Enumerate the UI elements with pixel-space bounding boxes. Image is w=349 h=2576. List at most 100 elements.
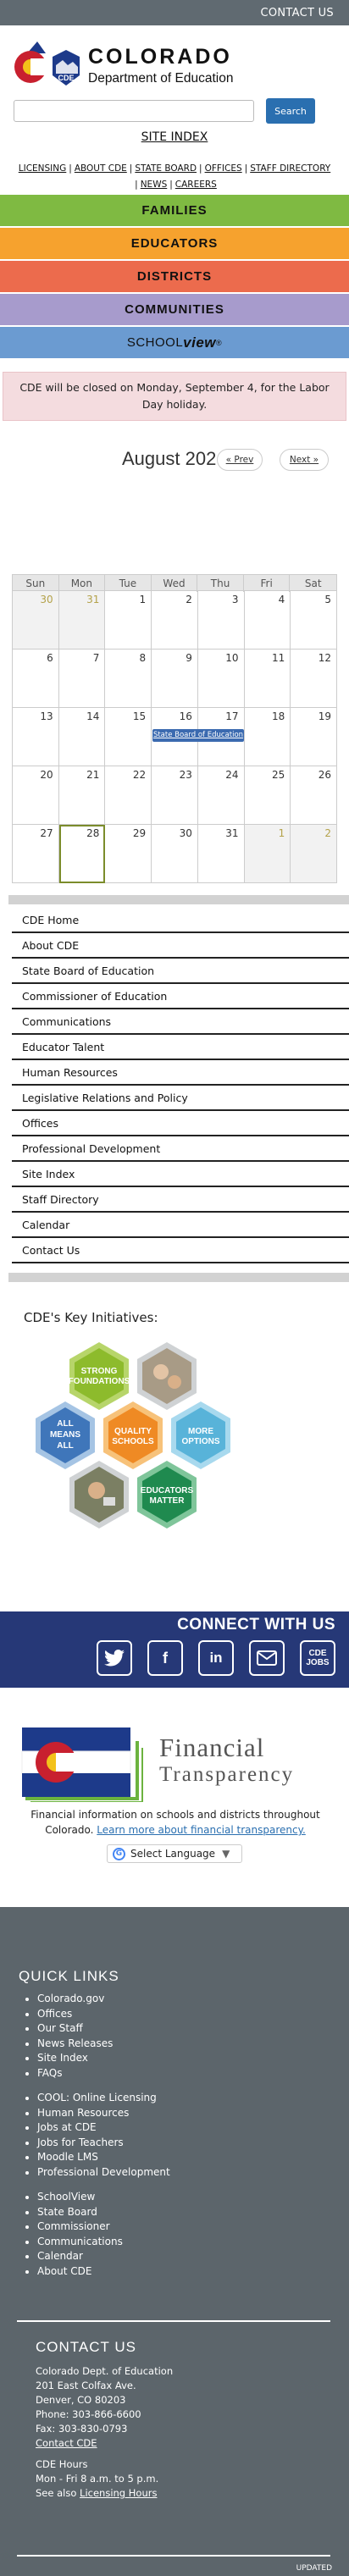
hex-more-options[interactable]: MORE OPTIONS xyxy=(171,1401,230,1469)
calendar-day[interactable]: 25 xyxy=(244,766,291,825)
site-nav-item[interactable]: Communications xyxy=(12,1009,349,1035)
footer-link[interactable]: Jobs for Teachers xyxy=(37,2136,170,2151)
licensing-hours-link[interactable]: Licensing Hours xyxy=(80,2487,157,2499)
site-logo[interactable]: CDE COLORADO Department of Education xyxy=(0,25,349,107)
email-icon[interactable] xyxy=(249,1640,285,1676)
calendar-day[interactable]: 30 xyxy=(152,825,198,883)
contact-us-link[interactable]: CONTACT US xyxy=(260,7,334,19)
financial-learn-more-link[interactable]: Learn more about financial transparency. xyxy=(97,1824,306,1836)
footer-link[interactable]: Our Staff xyxy=(37,2021,113,2037)
linkedin-icon[interactable]: in xyxy=(198,1640,234,1676)
site-nav-item[interactable]: Offices xyxy=(12,1111,349,1136)
calendar-day[interactable]: 5 xyxy=(291,591,337,650)
util-link-licensing[interactable]: LICENSING xyxy=(19,163,67,174)
contact-cde-link[interactable]: Contact CDE xyxy=(36,2436,173,2451)
footer-link[interactable]: Human Resources xyxy=(37,2106,170,2121)
calendar-day[interactable]: 18 xyxy=(244,708,291,766)
calendar-day[interactable]: 14 xyxy=(58,708,106,766)
util-link-about[interactable]: ABOUT CDE xyxy=(75,163,127,174)
twitter-icon[interactable] xyxy=(97,1640,132,1676)
site-nav-item[interactable]: Staff Directory xyxy=(12,1187,349,1213)
calendar-day[interactable]: 19 xyxy=(291,708,337,766)
site-nav-item[interactable]: Contact Us xyxy=(12,1238,349,1263)
language-select[interactable]: G Select Language ▼ xyxy=(107,1844,242,1863)
calendar-day[interactable]: 26 xyxy=(291,766,337,825)
calendar-day[interactable]: 1 xyxy=(244,825,291,883)
footer-link[interactable]: Communications xyxy=(37,2235,123,2250)
calendar-day[interactable]: 8 xyxy=(105,650,152,708)
util-link-offices[interactable]: OFFICES xyxy=(205,163,242,174)
footer-link[interactable]: Site Index xyxy=(37,2051,113,2066)
calendar-day[interactable]: 31 xyxy=(58,591,106,650)
nav-families[interactable]: FAMILIES xyxy=(0,195,349,226)
footer-link[interactable]: Colorado.gov xyxy=(37,1992,113,2007)
calendar-day[interactable]: 10 xyxy=(197,650,245,708)
footer-link[interactable]: COOL: Online Licensing xyxy=(37,2091,170,2106)
footer-link[interactable]: News Releases xyxy=(37,2037,113,2052)
site-nav-item[interactable]: Commissioner of Education xyxy=(12,984,349,1009)
site-index-link[interactable]: SITE INDEX xyxy=(0,130,349,144)
nav-districts[interactable]: DISTRICTS xyxy=(0,261,349,292)
cde-jobs-icon[interactable]: CDE JOBS xyxy=(300,1640,335,1676)
calendar-day[interactable]: 23 xyxy=(152,766,198,825)
site-nav-item[interactable]: Educator Talent xyxy=(12,1035,349,1060)
site-nav-item[interactable]: Professional Development xyxy=(12,1136,349,1162)
calendar-day[interactable]: 15 xyxy=(105,708,152,766)
nav-educators[interactable]: EDUCATORS xyxy=(0,228,349,259)
calendar-next-button[interactable]: Next » xyxy=(280,449,329,471)
calendar-day[interactable]: 3 xyxy=(197,591,245,650)
util-link-careers[interactable]: CAREERS xyxy=(175,180,217,190)
footer-link[interactable]: Moodle LMS xyxy=(37,2150,170,2165)
initiatives-hex-graphic[interactable]: STRONG FOUNDATIONS ALL MEANS ALL QUALITY… xyxy=(19,1338,264,1575)
util-link-staff-directory[interactable]: STAFF DIRECTORY xyxy=(250,163,330,174)
footer-link[interactable]: FAQs xyxy=(37,2066,113,2081)
calendar-day[interactable]: 12 xyxy=(291,650,337,708)
calendar-day[interactable]: 2 xyxy=(152,591,198,650)
footer-link[interactable]: SchoolView xyxy=(37,2190,123,2205)
nav-schoolview[interactable]: SCHOOL view ® xyxy=(0,327,349,358)
calendar-day[interactable]: 31 xyxy=(197,825,245,883)
site-nav-item[interactable]: CDE Home xyxy=(12,908,349,933)
calendar-day[interactable]: 29 xyxy=(105,825,152,883)
calendar-day[interactable]: 27 xyxy=(13,825,59,883)
site-nav-item[interactable]: Site Index xyxy=(12,1162,349,1187)
calendar-day[interactable]: 20 xyxy=(13,766,59,825)
hex-quality-schools[interactable]: QUALITY SCHOOLS xyxy=(103,1401,163,1469)
footer-link[interactable]: Offices xyxy=(37,2007,113,2022)
calendar-event-state-board[interactable]: State Board of Education xyxy=(152,729,244,742)
site-nav-item[interactable]: About CDE xyxy=(12,933,349,959)
calendar-day[interactable]: 13 xyxy=(13,708,59,766)
footer-link[interactable]: Commissioner xyxy=(37,2219,123,2235)
site-nav-item[interactable]: State Board of Education xyxy=(12,959,349,984)
footer-link[interactable]: State Board xyxy=(37,2205,123,2220)
search-button[interactable]: Search xyxy=(266,98,315,124)
calendar-day[interactable]: 21 xyxy=(58,766,106,825)
calendar-day-today[interactable]: 28 xyxy=(58,825,106,883)
calendar-day[interactable]: 30 xyxy=(13,591,59,650)
util-link-news[interactable]: NEWS xyxy=(141,180,168,190)
site-nav-item[interactable]: Legislative Relations and Policy xyxy=(12,1086,349,1111)
calendar-day[interactable]: 22 xyxy=(105,766,152,825)
calendar-day[interactable]: 11 xyxy=(244,650,291,708)
calendar-day[interactable]: 2 xyxy=(291,825,337,883)
calendar-day[interactable]: 24 xyxy=(197,766,245,825)
footer-link[interactable]: Jobs at CDE xyxy=(37,2120,170,2136)
site-nav-item[interactable]: Human Resources xyxy=(12,1060,349,1086)
calendar-day[interactable]: 6 xyxy=(13,650,59,708)
footer-link[interactable]: About CDE xyxy=(37,2264,123,2280)
calendar-day[interactable]: 9 xyxy=(152,650,198,708)
util-link-state-board[interactable]: STATE BOARD xyxy=(135,163,197,174)
calendar-prev-button[interactable]: « Prev xyxy=(217,449,263,471)
calendar-day[interactable]: 7 xyxy=(58,650,106,708)
calendar-day[interactable]: 4 xyxy=(244,591,291,650)
nav-communities[interactable]: COMMUNITIES xyxy=(0,294,349,325)
hex-all-means-all[interactable]: ALL MEANS ALL xyxy=(36,1401,95,1469)
search-input[interactable] xyxy=(14,100,254,122)
footer-link[interactable]: Professional Development xyxy=(37,2165,170,2181)
hex-educators-matter[interactable]: EDUCATORS MATTER xyxy=(137,1461,197,1528)
hex-strong-foundations[interactable]: STRONG FOUNDATIONS xyxy=(69,1342,130,1410)
calendar-day[interactable]: 1 xyxy=(105,591,152,650)
facebook-icon[interactable]: f xyxy=(147,1640,183,1676)
footer-link[interactable]: Calendar xyxy=(37,2249,123,2264)
site-nav-item[interactable]: Calendar xyxy=(12,1213,349,1238)
